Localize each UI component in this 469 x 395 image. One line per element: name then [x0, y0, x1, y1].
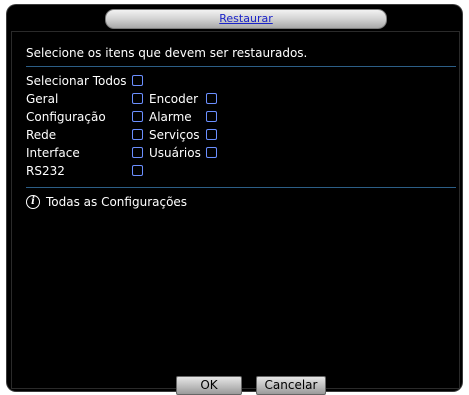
- separator-bottom: [26, 187, 456, 188]
- select-all-label: Selecionar Todos: [26, 74, 127, 88]
- geral-label: Geral: [26, 92, 59, 106]
- configuracao-label: Configuração: [26, 110, 106, 124]
- ok-button[interactable]: OK: [176, 376, 242, 395]
- rs232-checkbox[interactable]: [132, 165, 143, 176]
- interface-label: Interface: [26, 146, 80, 160]
- servicos-label: Serviços: [149, 128, 200, 142]
- info-icon: i: [26, 195, 40, 209]
- usuarios-checkbox[interactable]: [206, 147, 217, 158]
- alarme-label: Alarme: [149, 110, 192, 124]
- interface-checkbox[interactable]: [132, 147, 143, 158]
- alarme-checkbox[interactable]: [206, 111, 217, 122]
- instruction-text: Selecione os itens que devem ser restaur…: [26, 46, 308, 60]
- servicos-checkbox[interactable]: [206, 129, 217, 140]
- configuracao-checkbox[interactable]: [132, 111, 143, 122]
- restore-dialog: Restaurar Selecione os itens que devem s…: [7, 5, 462, 395]
- select-all-checkbox[interactable]: [132, 75, 143, 86]
- rede-checkbox[interactable]: [132, 129, 143, 140]
- cancel-button[interactable]: Cancelar: [256, 376, 326, 395]
- rs232-label: RS232: [26, 164, 65, 178]
- dialog-content: Selecione os itens que devem ser restaur…: [11, 31, 460, 395]
- info-text: Todas as Configurações: [46, 195, 188, 209]
- separator-top: [26, 66, 456, 67]
- encoder-label: Encoder: [149, 92, 199, 106]
- encoder-checkbox[interactable]: [206, 93, 217, 104]
- rede-label: Rede: [26, 128, 57, 142]
- geral-checkbox[interactable]: [132, 93, 143, 104]
- usuarios-label: Usuários: [149, 146, 201, 160]
- dialog-title: Restaurar: [105, 9, 387, 29]
- info-message: i Todas as Configurações: [26, 195, 187, 209]
